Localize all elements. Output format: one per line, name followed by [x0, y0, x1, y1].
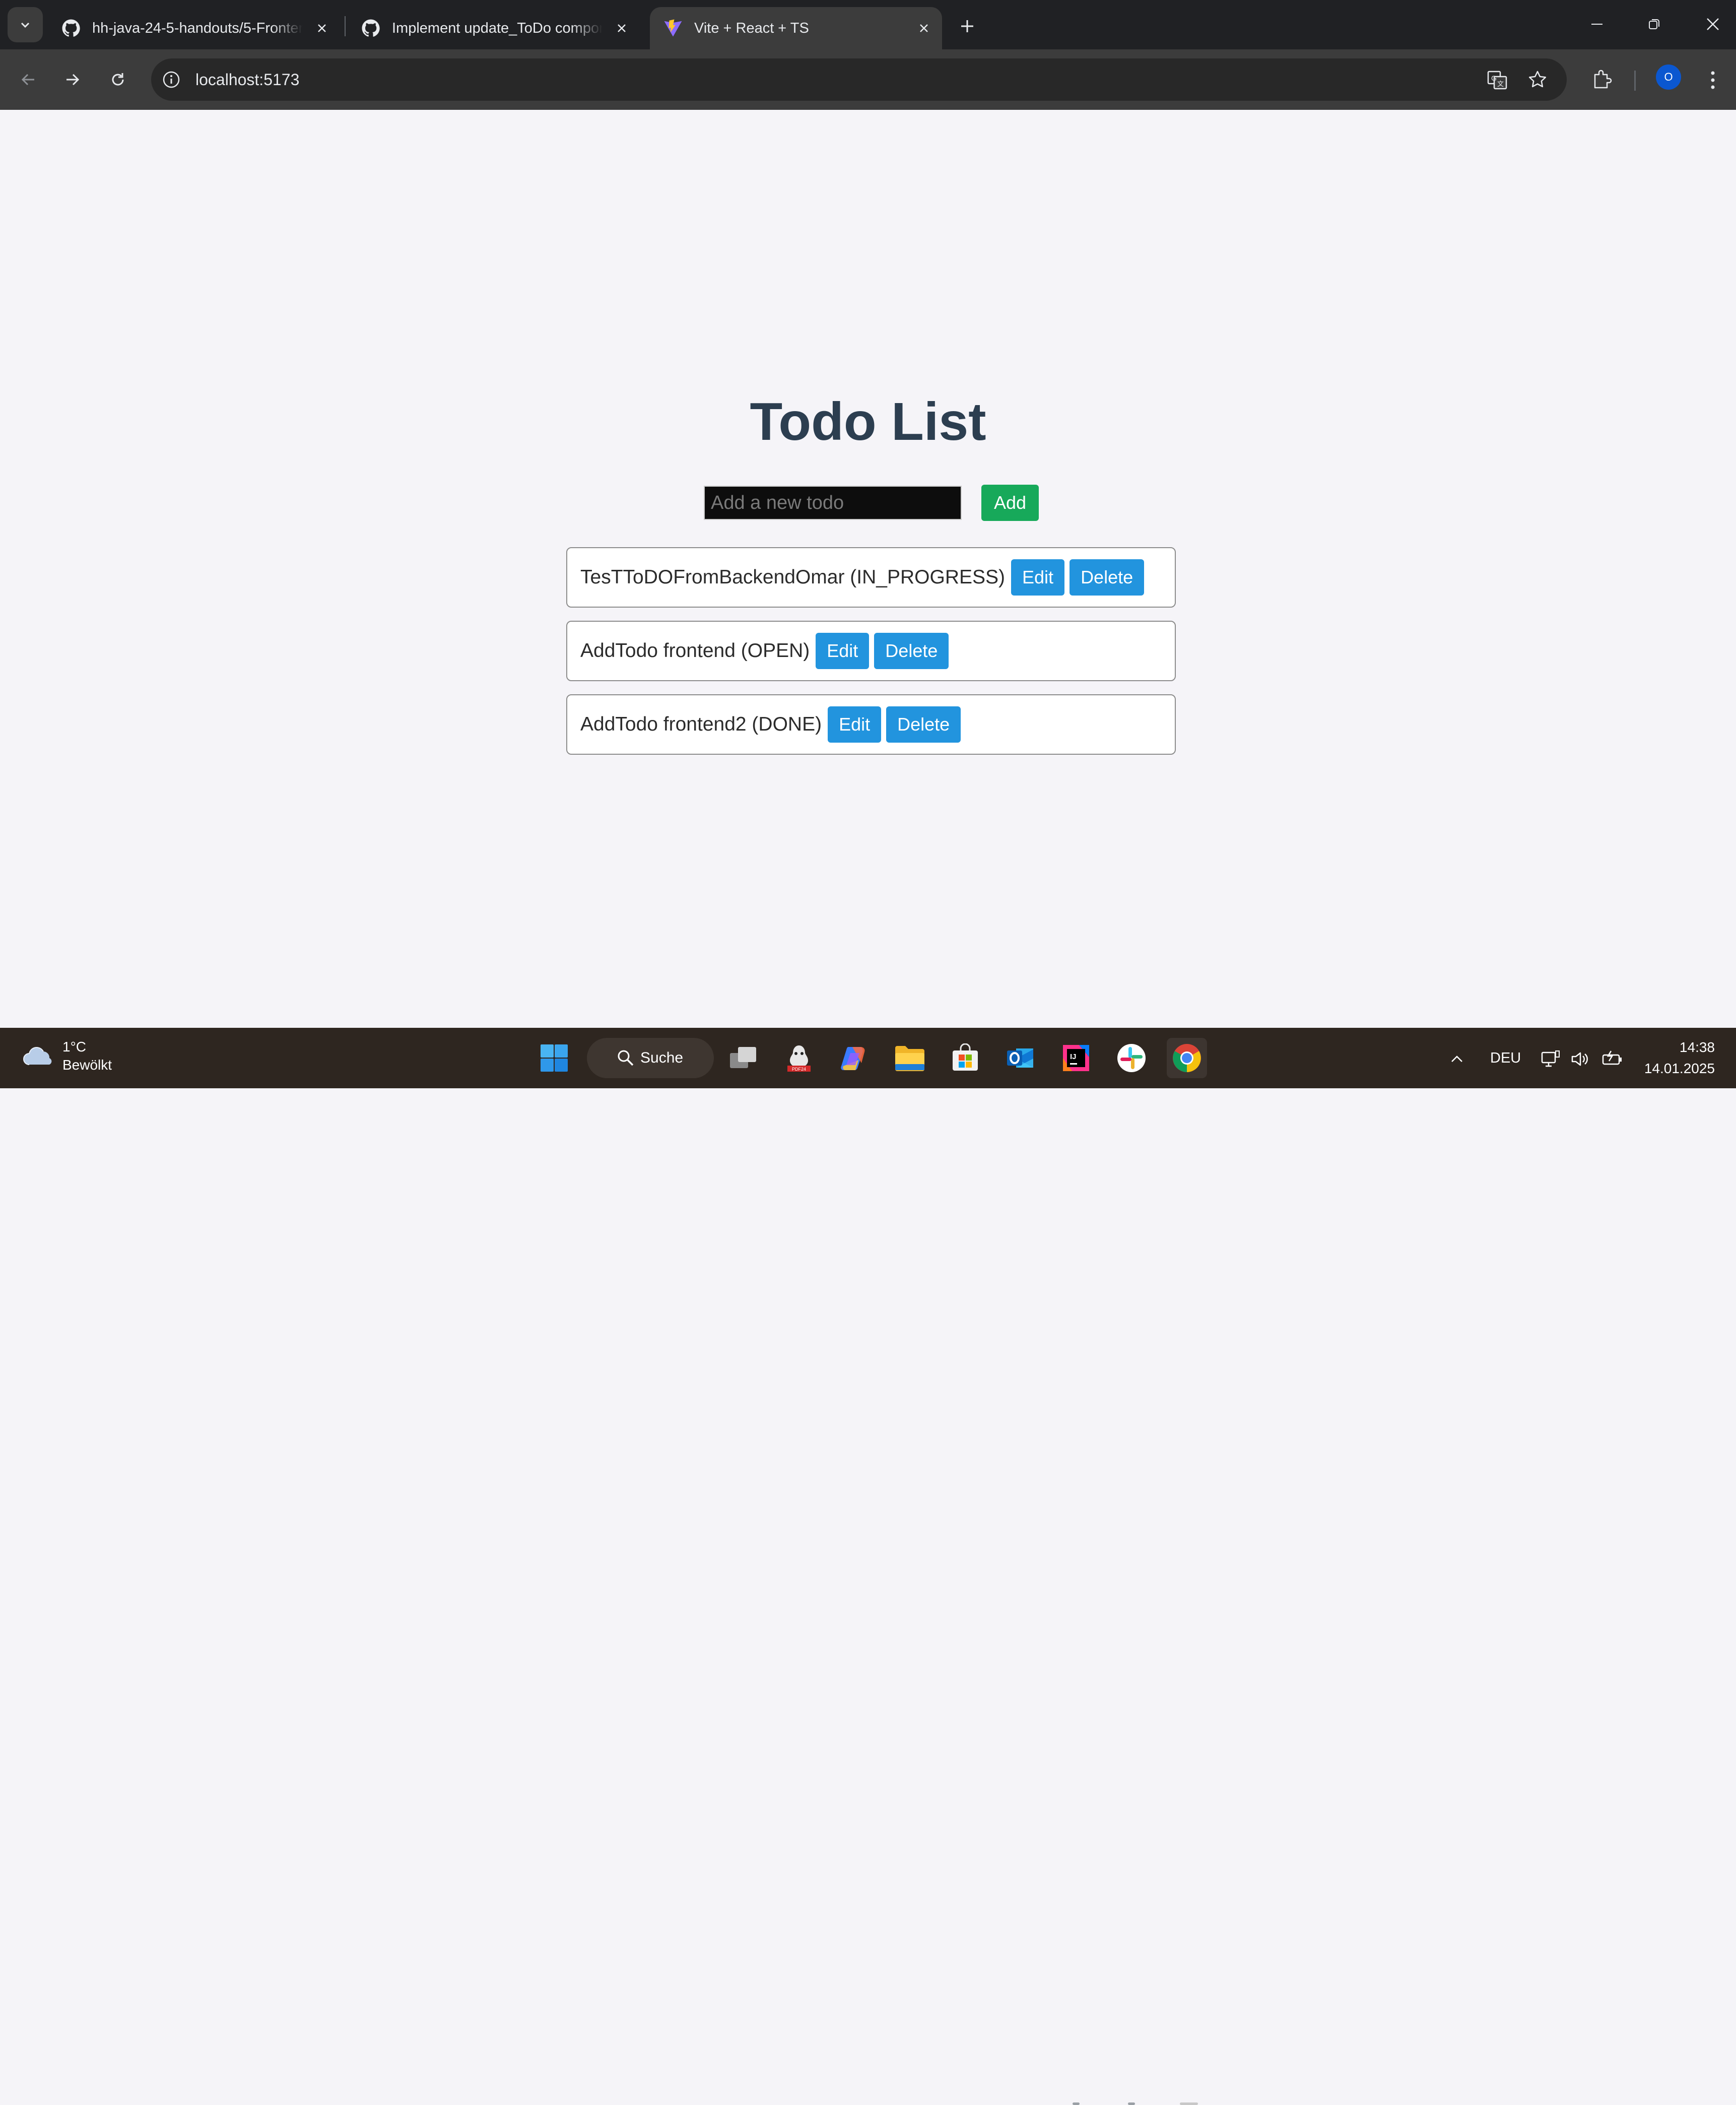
outlook-icon — [1007, 1048, 1033, 1068]
tab-title: Implement update_ToDo component — [392, 20, 603, 36]
store-icon — [953, 1043, 978, 1071]
more-menu-icon[interactable] — [1703, 68, 1723, 93]
tab-search-button[interactable] — [8, 7, 43, 42]
edit-button[interactable]: Edit — [1011, 559, 1065, 596]
svg-text:文: 文 — [1497, 80, 1504, 88]
github-icon — [362, 19, 380, 37]
arrow-right-icon — [66, 74, 80, 86]
todo-text: TesTToDOFromBackendOmar (IN_PROGRESS) — [580, 566, 1006, 588]
todo-text: AddTodo frontend (OPEN) — [580, 640, 810, 662]
chrome-icon — [1173, 1044, 1201, 1072]
edit-button[interactable]: Edit — [828, 706, 882, 743]
tab-implement-update[interactable]: Implement update_ToDo component — [348, 7, 640, 49]
restore-button[interactable] — [1639, 9, 1670, 39]
new-tab-button[interactable] — [952, 11, 982, 41]
network-icon[interactable] — [1540, 1048, 1562, 1070]
close-icon[interactable] — [312, 18, 332, 38]
edit-button[interactable]: Edit — [816, 633, 870, 669]
weather-condition: Bewölkt — [62, 1057, 112, 1073]
todo-item: AddTodo frontend2 (DONE) Edit Delete — [566, 694, 1176, 755]
close-icon[interactable] — [914, 18, 934, 38]
outlook-button[interactable] — [1000, 1038, 1041, 1078]
task-view-icon — [730, 1047, 756, 1068]
running-indicator — [1128, 2102, 1135, 2105]
volume-icon[interactable] — [1569, 1048, 1591, 1070]
tab-divider — [345, 16, 346, 36]
copilot-button[interactable] — [834, 1038, 875, 1078]
delete-button[interactable]: Delete — [1070, 559, 1145, 596]
search-icon — [618, 1050, 634, 1066]
close-icon[interactable] — [612, 18, 632, 38]
bookmark-star-icon[interactable] — [1526, 69, 1549, 91]
slack-button[interactable] — [1111, 1038, 1152, 1078]
chevron-down-icon — [21, 22, 30, 28]
cloud-icon — [23, 1046, 52, 1065]
reload-icon — [112, 73, 124, 86]
minimize-button[interactable] — [1582, 9, 1612, 39]
pdf24-icon: PDF24 — [787, 1045, 811, 1072]
delete-button[interactable]: Delete — [874, 633, 949, 669]
todo-item: TesTToDOFromBackendOmar (IN_PROGRESS) Ed… — [566, 547, 1176, 608]
active-indicator — [1180, 2102, 1198, 2105]
intellij-icon: IJ — [1063, 1045, 1089, 1071]
chrome-button[interactable] — [1167, 1038, 1207, 1078]
tab-vite-react[interactable]: Vite + React + TS — [650, 7, 942, 49]
page-title: Todo List — [750, 392, 986, 451]
search-label: Suche — [640, 1049, 684, 1066]
github-icon — [62, 19, 80, 37]
plus-icon — [961, 20, 973, 32]
close-window-button[interactable] — [1698, 9, 1728, 39]
extensions-icon[interactable] — [1590, 67, 1615, 92]
taskbar-search[interactable]: Suche — [587, 1038, 714, 1078]
profile-avatar[interactable]: O — [1656, 64, 1681, 90]
task-view-button[interactable] — [723, 1038, 764, 1078]
browser-tab-strip: hh-java-24-5-handouts/5-Frontend Impleme… — [0, 0, 1736, 49]
todo-text: AddTodo frontend2 (DONE) — [580, 713, 822, 735]
svg-text:G: G — [1491, 74, 1497, 82]
address-bar[interactable]: localhost:5173 — [151, 58, 1567, 101]
tab-title: hh-java-24-5-handouts/5-Frontend — [92, 20, 303, 36]
translate-icon[interactable]: G文 — [1486, 69, 1508, 91]
close-icon — [1707, 18, 1719, 30]
slack-icon — [1117, 1044, 1146, 1072]
reload-button[interactable] — [103, 64, 133, 95]
start-icon — [541, 1044, 568, 1072]
restore-icon — [1649, 19, 1659, 29]
running-indicator — [1073, 2102, 1080, 2105]
copilot-icon — [841, 1047, 865, 1070]
file-explorer-button[interactable] — [890, 1038, 930, 1078]
info-icon[interactable] — [161, 70, 181, 90]
page-viewport: Todo List Add TesTToDOFromBackendOmar (I… — [0, 110, 1736, 1028]
file-explorer-icon — [895, 1046, 924, 1071]
vite-icon — [664, 19, 682, 37]
clock-date: 14.01.2025 — [1644, 1061, 1715, 1076]
start-button[interactable] — [534, 1038, 574, 1078]
tab-handouts[interactable]: hh-java-24-5-handouts/5-Frontend — [48, 7, 340, 49]
tab-title: Vite + React + TS — [694, 20, 809, 36]
weather-temperature: 1°C — [62, 1039, 86, 1055]
intellij-button[interactable]: IJ — [1056, 1038, 1096, 1078]
url-text[interactable]: localhost:5173 — [195, 71, 1567, 89]
pdf24-button[interactable]: PDF24 — [779, 1038, 819, 1078]
weather-widget[interactable]: 1°C Bewölkt — [21, 1038, 112, 1074]
chevron-up-icon[interactable] — [1446, 1048, 1468, 1070]
taskbar: 1°C Bewölkt Suche PDF24 IJ DEU 14:38 14.… — [0, 1028, 1736, 2105]
battery-icon[interactable] — [1601, 1048, 1623, 1070]
add-button[interactable]: Add — [981, 485, 1039, 521]
clock-time: 14:38 — [1679, 1039, 1715, 1055]
svg-text:PDF24: PDF24 — [792, 1067, 806, 1072]
delete-button[interactable]: Delete — [886, 706, 961, 743]
forward-button[interactable] — [57, 64, 88, 95]
minimize-icon — [1591, 24, 1603, 25]
new-todo-input[interactable] — [704, 486, 962, 520]
browser-toolbar: localhost:5173 — [0, 49, 1736, 110]
language-indicator[interactable]: DEU — [1490, 1050, 1521, 1067]
svg-text:IJ: IJ — [1070, 1052, 1077, 1061]
ms-store-button[interactable] — [945, 1038, 985, 1078]
toolbar-divider — [1634, 71, 1636, 91]
clock[interactable]: 14:38 14.01.2025 — [1644, 1037, 1715, 1079]
arrow-left-icon — [21, 74, 34, 86]
back-button[interactable] — [13, 64, 43, 95]
todo-item: AddTodo frontend (OPEN) Edit Delete — [566, 621, 1176, 681]
